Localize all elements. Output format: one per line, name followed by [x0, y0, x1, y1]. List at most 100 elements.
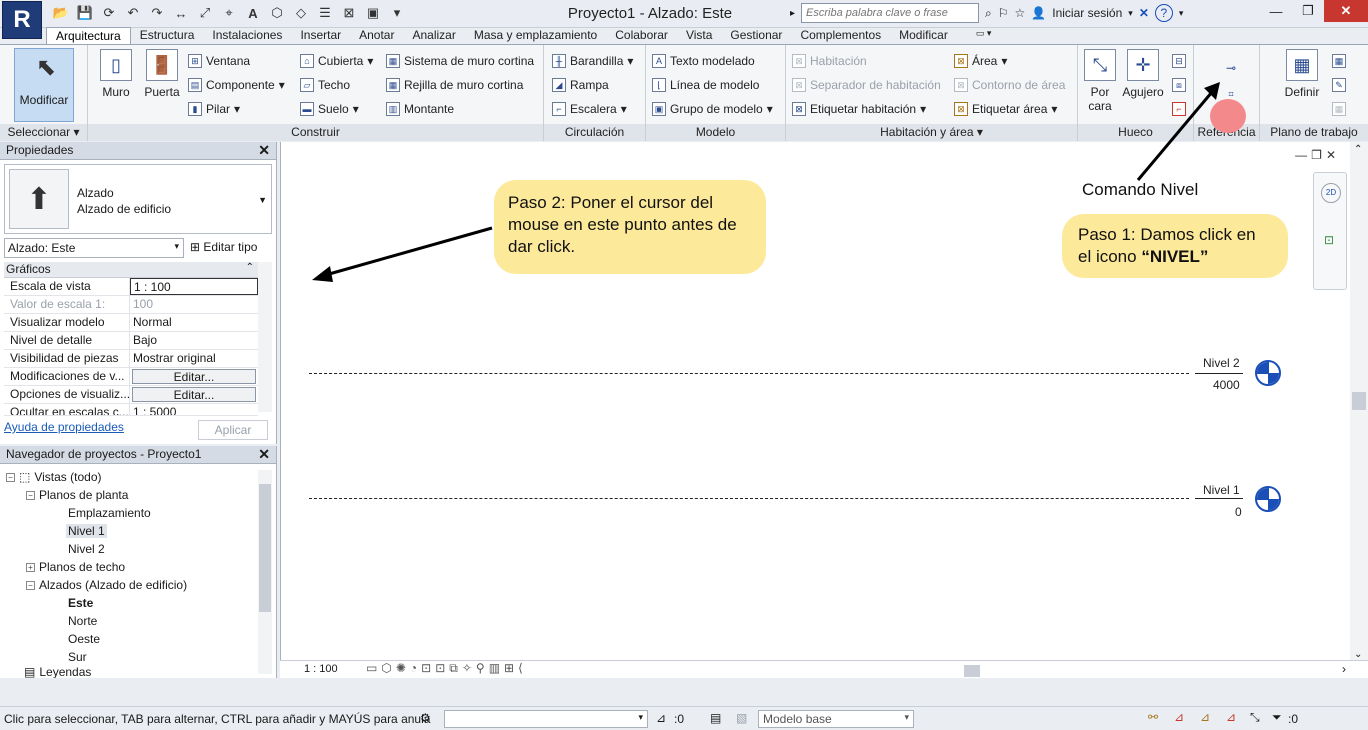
rampa-button[interactable]: ◢ Rampa	[552, 75, 609, 95]
open-icon[interactable]: 📂	[52, 4, 70, 22]
separador-button[interactable]: ⊠ Separador de habitación	[792, 75, 941, 95]
collapse-icon[interactable]: ⌃	[246, 262, 254, 273]
group-label-seleccionar[interactable]: Seleccionar ▾	[0, 124, 87, 141]
view-scale[interactable]: 1 : 100	[304, 663, 338, 675]
visual-style-icon[interactable]: ⬡	[381, 661, 395, 675]
etiquetar-area-button[interactable]: ⊠ Etiquetar área ▾	[954, 99, 1057, 119]
highlight-icon[interactable]: ▥	[489, 661, 504, 675]
tree-item[interactable]: Oeste	[68, 632, 100, 646]
contorno-area-button[interactable]: ⊠ Contorno de área	[954, 75, 1065, 95]
barandilla-button[interactable]: ╫ Barandilla ▾	[552, 51, 633, 71]
graphics-category[interactable]: Gráficos ⌃	[4, 262, 258, 278]
tab-vista[interactable]: Vista	[677, 27, 721, 45]
tab-gestionar[interactable]: Gestionar	[721, 27, 791, 45]
section-icon[interactable]: ◇	[292, 4, 310, 22]
canvas-vertical-thumb[interactable]	[1352, 392, 1366, 410]
tab-colaborar[interactable]: Colaborar	[606, 27, 677, 45]
signin-dropdown-icon[interactable]: ▾	[1128, 8, 1133, 19]
thin-lines-icon[interactable]: ☰	[316, 4, 334, 22]
detail-level-icon[interactable]: ▭	[366, 661, 381, 675]
tree-item[interactable]: + Planos de techo	[26, 560, 125, 574]
editable-only-icon[interactable]: ▤	[710, 711, 721, 725]
tab-anotar[interactable]: Anotar	[350, 27, 403, 45]
scroll-right-icon[interactable]: ›	[1342, 662, 1346, 676]
design-options-status-icon[interactable]: ▧	[736, 711, 747, 725]
workset-icon[interactable]: ⚙	[420, 711, 431, 725]
text-icon[interactable]: A	[244, 4, 262, 22]
steering-wheel-icon[interactable]: 2D	[1321, 183, 1341, 203]
level-line-nivel-2[interactable]	[309, 373, 1189, 374]
group-label-habitacion[interactable]: Habitación y área ▾	[786, 124, 1077, 141]
tree-item[interactable]: Emplazamiento	[68, 506, 151, 520]
undo-icon[interactable]: ↶	[124, 4, 142, 22]
ref-plane-button[interactable]: ✎	[1332, 75, 1346, 95]
tab-insertar[interactable]: Insertar	[291, 27, 350, 45]
view-minimize-icon[interactable]: —	[1295, 148, 1311, 162]
temp-hide-icon[interactable]: ⧉	[449, 661, 462, 675]
canvas-horizontal-scrollbar[interactable]	[652, 665, 1342, 677]
prop-value-input[interactable]: 1 : 100	[130, 278, 258, 295]
level-elevation-nivel-2[interactable]: 4000	[1213, 378, 1240, 392]
ribbon-options-icon[interactable]: ▭ ▾	[967, 27, 1001, 45]
filter-icon[interactable]: ⏷	[1272, 710, 1282, 725]
muro-button[interactable]: ▯ Muro	[96, 49, 136, 99]
scroll-up-icon[interactable]: ⌃	[1354, 144, 1362, 155]
properties-scrollbar[interactable]	[258, 262, 272, 412]
show-workplane-button[interactable]: ▦	[1332, 51, 1346, 71]
workset-select[interactable]: ▾	[444, 710, 648, 728]
sistema-muro-cortina-button[interactable]: ▦ Sistema de muro cortina	[386, 51, 534, 71]
dormer-button[interactable]: ⌐	[1172, 99, 1186, 119]
search-expand-icon[interactable]: ▸	[790, 8, 795, 19]
level-name-nivel-1[interactable]: Nivel 1	[1203, 483, 1240, 497]
texto-modelado-button[interactable]: A Texto modelado	[652, 51, 755, 71]
tab-masa[interactable]: Masa y emplazamiento	[465, 27, 606, 45]
techo-button[interactable]: ▱ Techo	[300, 75, 350, 95]
tab-instalaciones[interactable]: Instalaciones	[203, 27, 291, 45]
edit-display-options-button[interactable]: Editar...	[132, 387, 256, 402]
select-by-face-icon[interactable]: ⊿	[1226, 710, 1236, 724]
prop-value[interactable]: Mostrar original	[130, 350, 258, 367]
level-name-nivel-2[interactable]: Nivel 2	[1203, 356, 1240, 370]
puerta-button[interactable]: 🚪 Puerta	[142, 49, 182, 99]
analytical-icon[interactable]: ⚲	[476, 661, 489, 675]
etiquetar-habitacion-button[interactable]: ⊠ Etiquetar habitación ▾	[792, 99, 926, 119]
cubierta-button[interactable]: ⌂ Cubierta ▾	[300, 51, 373, 71]
tree-item[interactable]: − Alzados (Alzado de edificio)	[26, 578, 187, 592]
save-icon[interactable]: 💾	[76, 4, 94, 22]
tree-item[interactable]: Nivel 2	[68, 542, 105, 556]
edit-type-button[interactable]: ⊞ Editar tipo	[190, 240, 257, 254]
close-hidden-icon[interactable]: ⊠	[340, 4, 358, 22]
properties-close-icon[interactable]: ✕	[258, 142, 270, 159]
rejilla-muro-cortina-button[interactable]: ▦ Rejilla de muro cortina	[386, 75, 523, 95]
collapse-toggle-icon[interactable]: −	[6, 472, 15, 482]
sync-icon[interactable]: ⟳	[100, 4, 118, 22]
escalera-button[interactable]: ⌐ Escalera ▾	[552, 99, 627, 119]
application-menu-button[interactable]: R	[2, 1, 42, 39]
help-icon[interactable]: ?	[1154, 4, 1173, 22]
collapse-toggle-icon[interactable]: −	[26, 580, 35, 590]
canvas-horizontal-thumb[interactable]	[964, 665, 980, 677]
tab-analizar[interactable]: Analizar	[403, 27, 464, 45]
montante-button[interactable]: ▥ Montante	[386, 99, 454, 119]
por-cara-button[interactable]: ⤡ Por cara	[1084, 49, 1116, 113]
measure-icon[interactable]: ↔	[172, 4, 190, 22]
signin-button[interactable]: Iniciar sesión	[1052, 6, 1122, 20]
habitacion-button[interactable]: ⊠ Habitación	[792, 51, 867, 71]
tab-estructura[interactable]: Estructura	[131, 27, 204, 45]
select-underlay-icon[interactable]: ⊿	[1174, 710, 1184, 724]
tab-complementos[interactable]: Complementos	[791, 27, 890, 45]
select-pinned-icon[interactable]: ⊿	[1200, 710, 1210, 724]
agujero-button[interactable]: ✛ Agujero	[1120, 49, 1166, 99]
show-crop-icon[interactable]: ⊡	[435, 661, 449, 675]
prop-value[interactable]: Normal	[130, 314, 258, 331]
prop-value[interactable]: 1 : 5000	[130, 404, 258, 415]
tab-modificar[interactable]: Modificar	[890, 27, 957, 45]
instance-filter-select[interactable]: Alzado: Este ▾	[4, 238, 184, 258]
grupo-modelo-button[interactable]: ▣ Grupo de modelo ▾	[652, 99, 773, 119]
tree-item[interactable]: Norte	[68, 614, 97, 628]
view-close-icon[interactable]: ✕	[1326, 148, 1340, 162]
componente-button[interactable]: ▤ Componente ▾	[188, 75, 285, 95]
sun-path-icon[interactable]: ✺	[396, 661, 410, 675]
edit-overrides-button[interactable]: Editar...	[132, 369, 256, 384]
vertical-opening-button[interactable]: ⧈	[1172, 75, 1186, 95]
